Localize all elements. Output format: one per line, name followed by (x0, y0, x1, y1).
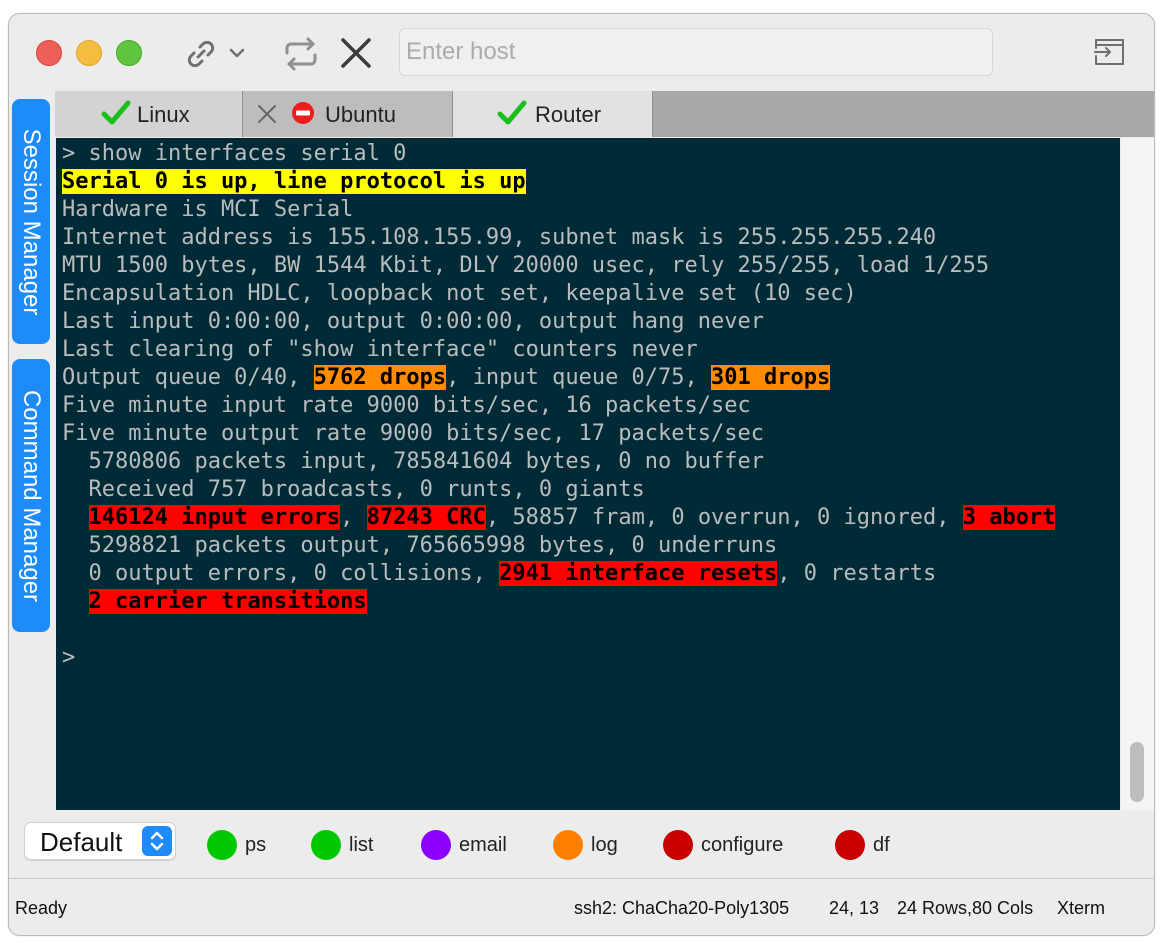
tab-label: Linux (137, 102, 190, 127)
status-dot-icon (663, 830, 693, 860)
quick-command-label: email (459, 834, 507, 856)
session-manager-label: Session Manager (18, 128, 45, 315)
highlighted-text: 3 abort (962, 505, 1056, 530)
terminal-line: 5298821 packets output, 765665998 bytes,… (62, 532, 777, 560)
status-bar: Ready ssh2: ChaCha20-Poly1305 24, 13 24 … (9, 879, 1154, 935)
terminal-text: 0 output errors, 0 collisions, (62, 561, 500, 586)
terminal-text: , (340, 505, 367, 530)
zoom-window-button[interactable] (116, 40, 142, 66)
highlighted-text: 87243 CRC (366, 505, 486, 530)
terminal-line: Encapsulation HDLC, loopback not set, ke… (62, 280, 857, 308)
command-group-select[interactable]: Default (24, 822, 176, 860)
terminal-text: Internet address is 155.108.155.99, subn… (62, 225, 937, 250)
terminal-text: > (62, 645, 76, 670)
terminal-output[interactable]: > show interfaces serial 0 Serial 0 is up… (56, 138, 1120, 810)
terminal-line: > show interfaces serial 0 (62, 140, 406, 168)
checkmark-icon (497, 99, 527, 133)
close-window-button[interactable] (36, 40, 62, 66)
reconnect-icon[interactable] (281, 35, 321, 78)
terminal-text: Last input 0:00:00, output 0:00:00, outp… (62, 309, 764, 334)
terminal-line: Five minute output rate 9000 bits/sec, 1… (62, 420, 764, 448)
highlighted-text: 2 carrier transitions (88, 589, 367, 614)
close-tab-icon[interactable] (257, 104, 277, 130)
status-dot-icon (311, 830, 341, 860)
terminal-line: Serial 0 is up, line protocol is up (62, 168, 526, 196)
terminal-line: 0 output errors, 0 collisions, 2941 inte… (62, 560, 936, 588)
toolbar (9, 14, 1154, 92)
terminal-line: Hardware is MCI Serial (62, 196, 353, 224)
quick-command-label: configure (701, 834, 784, 856)
session-tabs: Linux Ubuntu Router (55, 91, 1154, 137)
terminal-line: > (62, 644, 75, 672)
terminal-text: 5780806 packets input, 785841604 bytes, … (62, 449, 764, 474)
terminal-text: , input queue 0/75, (446, 365, 712, 390)
terminal-type: Xterm (1057, 898, 1106, 918)
terminal-size: 24 Rows,80 Cols (897, 898, 1034, 918)
disconnected-icon (291, 101, 315, 131)
tab-linux[interactable]: Linux (55, 91, 243, 137)
terminal-scrollbar[interactable] (1121, 138, 1154, 810)
status-dot-icon (553, 830, 583, 860)
status-dot-icon (207, 830, 237, 860)
terminal-text: , 58857 fram, 0 overrun, 0 ignored, (485, 505, 963, 530)
quick-command-label: log (591, 834, 618, 856)
chevron-down-icon[interactable] (227, 43, 247, 68)
terminal-text: Last clearing of "show interface" counte… (62, 337, 698, 362)
terminal-text: Five minute input rate 9000 bits/sec, 16… (62, 393, 751, 418)
checkmark-icon (101, 99, 131, 133)
terminal-line: Last input 0:00:00, output 0:00:00, outp… (62, 308, 764, 336)
status-text: Ready (15, 898, 68, 918)
status-dot-icon (421, 830, 451, 860)
highlighted-text: 146124 input errors (88, 505, 341, 530)
cursor-position: 24, 13 (829, 898, 880, 918)
terminal-text: Encapsulation HDLC, loopback not set, ke… (62, 281, 857, 306)
terminal-text: Five minute output rate 9000 bits/sec, 1… (62, 421, 764, 446)
quick-command-label: ps (245, 834, 267, 856)
terminal-line: 146124 input errors, 87243 CRC, 58857 fr… (62, 504, 1056, 532)
quick-command-label: df (873, 834, 890, 856)
command-manager-tab[interactable]: Command Manager (12, 359, 50, 632)
terminal-text: Output queue 0/40, (62, 365, 314, 390)
terminal-text: > show interfaces serial 0 (62, 141, 407, 166)
terminal-text: MTU 1500 bytes, BW 1544 Kbit, DLY 20000 … (62, 253, 990, 278)
updown-chevron-icon[interactable] (142, 826, 172, 856)
cipher-info: ssh2: ChaCha20-Poly1305 (574, 898, 790, 918)
minimize-window-button[interactable] (76, 40, 102, 66)
highlighted-text: Serial 0 is up, line protocol is up (62, 169, 526, 194)
terminal-line: Five minute input rate 9000 bits/sec, 16… (62, 392, 751, 420)
terminal-line: Output queue 0/40, 5762 drops, input que… (62, 364, 831, 392)
quick-command-bar: Default ps list email log configure df (9, 810, 1154, 879)
command-manager-label: Command Manager (18, 389, 45, 602)
scrollbar-thumb[interactable] (1130, 742, 1144, 802)
tab-label: Ubuntu (325, 102, 396, 127)
close-icon[interactable] (339, 36, 373, 75)
exit-session-icon[interactable] (1093, 36, 1127, 73)
quick-command-label: list (349, 834, 374, 856)
terminal-line: 2 carrier transitions (62, 588, 367, 616)
tab-label: Router (535, 102, 602, 127)
status-dot-icon (835, 830, 865, 860)
terminal-text: , 0 restarts (777, 561, 937, 586)
app-window: Session Manager Command Manager Linux Ub… (8, 13, 1155, 936)
terminal-line: 5780806 packets input, 785841604 bytes, … (62, 448, 764, 476)
highlighted-text: 5762 drops (313, 365, 447, 390)
session-manager-tab[interactable]: Session Manager (12, 99, 50, 344)
terminal-line: MTU 1500 bytes, BW 1544 Kbit, DLY 20000 … (62, 252, 989, 280)
command-group-value: Default (40, 827, 123, 857)
highlighted-text: 301 drops (711, 365, 831, 390)
terminal-line: Received 757 broadcasts, 0 runts, 0 gian… (62, 476, 645, 504)
terminal-text: 5298821 packets output, 765665998 bytes,… (62, 533, 778, 558)
terminal-text: Hardware is MCI Serial (62, 197, 354, 222)
terminal-line: Internet address is 155.108.155.99, subn… (62, 224, 936, 252)
tab-router[interactable]: Router (453, 91, 653, 137)
host-input[interactable] (399, 28, 993, 76)
terminal-text: Received 757 broadcasts, 0 runts, 0 gian… (62, 477, 645, 502)
tab-ubuntu[interactable]: Ubuntu (243, 91, 453, 137)
terminal-line: Last clearing of "show interface" counte… (62, 336, 698, 364)
link-icon[interactable] (183, 36, 219, 77)
highlighted-text: 2941 interface resets (499, 561, 778, 586)
